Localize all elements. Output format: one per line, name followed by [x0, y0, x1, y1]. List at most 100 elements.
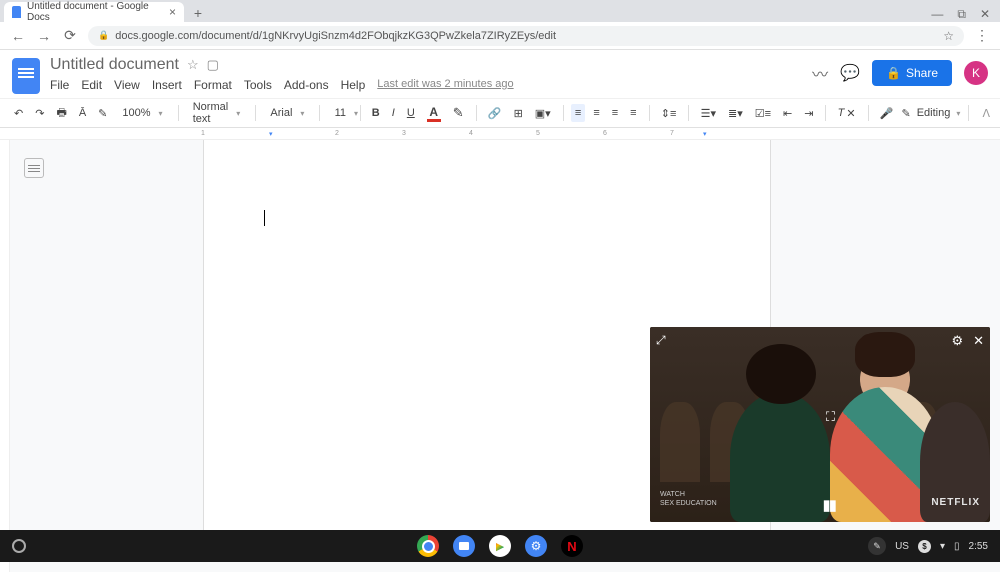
pip-back-to-tab-icon[interactable]: ⤢ — [656, 333, 666, 348]
clear-formatting-button[interactable]: T✕ — [834, 104, 860, 123]
decrease-indent-button[interactable]: ⇤ — [779, 104, 796, 123]
menu-file[interactable]: File — [50, 78, 69, 92]
share-label: Share — [906, 66, 938, 80]
menu-insert[interactable]: Insert — [152, 78, 182, 92]
menu-help[interactable]: Help — [341, 78, 366, 92]
italic-button[interactable]: I — [388, 104, 399, 122]
status-tray[interactable]: ✎ US $ ▾ ▯ 2:55 — [868, 537, 988, 555]
insert-image-button[interactable]: ▣▾ — [531, 104, 555, 123]
chromeos-shelf: ⚙ N ✎ US $ ▾ ▯ 2:55 — [0, 530, 1000, 562]
align-center-button[interactable]: ≡ — [589, 104, 603, 122]
browser-tab-strip: Untitled document - Google Docs × + — ⧉ … — [0, 0, 1000, 22]
style-select[interactable]: Normal text — [186, 98, 247, 128]
browser-menu-icon[interactable]: ⋮ — [974, 27, 990, 44]
menu-view[interactable]: View — [114, 78, 140, 92]
pip-window[interactable]: ⤢ ⚙ ✕ ⛶ ▮▮ WATCH SEX EDUCATION NETFLIX — [650, 327, 990, 522]
ime-indicator[interactable]: US — [895, 541, 909, 552]
print-button[interactable]: 🖶 — [52, 101, 70, 126]
close-tab-icon[interactable]: × — [169, 5, 176, 19]
share-button[interactable]: 🔒 Share — [872, 60, 952, 86]
docs-favicon — [12, 6, 21, 18]
font-select[interactable]: Arial — [263, 104, 311, 122]
minimize-icon[interactable]: — — [931, 7, 943, 22]
align-left-button[interactable]: ≡ — [571, 104, 585, 122]
move-folder-icon[interactable]: ▢ — [207, 57, 219, 73]
indent-marker[interactable]: ▾ — [269, 130, 273, 138]
window-controls: — ⧉ ✕ — [931, 7, 1000, 22]
menu-tools[interactable]: Tools — [244, 78, 272, 92]
browser-tab[interactable]: Untitled document - Google Docs × — [4, 2, 184, 22]
pip-title: WATCH SEX EDUCATION — [660, 491, 717, 508]
user-avatar[interactable]: K — [964, 61, 988, 85]
lock-share-icon: 🔒 — [886, 66, 901, 80]
bookmark-star-icon[interactable]: ☆ — [943, 29, 954, 43]
address-bar: ← → ⟳ 🔒 docs.google.com/document/d/1gNKr… — [0, 22, 1000, 50]
pip-close-icon[interactable]: ✕ — [973, 333, 984, 349]
align-justify-button[interactable]: ≡ — [626, 104, 640, 122]
document-title[interactable]: Untitled document — [50, 56, 179, 74]
back-button[interactable]: ← — [10, 28, 26, 44]
increase-indent-button[interactable]: ⇥ — [800, 104, 817, 123]
align-right-button[interactable]: ≡ — [608, 104, 622, 122]
collapse-toolbar-button[interactable]: ᐱ — [983, 107, 991, 120]
wifi-icon: ▾ — [940, 541, 945, 552]
horizontal-ruler[interactable]: 1 ▾ 2 3 4 5 6 7 ▾ — [0, 128, 1000, 140]
checklist-button[interactable]: ☑≡ — [751, 104, 775, 123]
insert-link-button[interactable]: 🔗 — [484, 104, 506, 123]
menu-bar: File Edit View Insert Format Tools Add-o… — [50, 78, 802, 92]
activity-icon[interactable]: 〰 — [812, 61, 828, 85]
zoom-select[interactable]: 100% — [115, 104, 169, 122]
pencil-icon: ✎ — [901, 107, 910, 120]
forward-button[interactable]: → — [36, 28, 52, 44]
close-window-icon[interactable]: ✕ — [980, 7, 990, 22]
pip-fullscreen-icon[interactable]: ⛶ — [826, 409, 835, 425]
numbered-list-button[interactable]: ☰▾ — [697, 104, 720, 123]
lock-icon: 🔒 — [98, 30, 109, 41]
battery-icon: ▯ — [954, 541, 960, 552]
paint-format-button[interactable]: ✎ — [94, 104, 111, 123]
stylus-icon[interactable]: ✎ — [868, 537, 886, 555]
comments-icon[interactable]: 💬 — [840, 63, 860, 83]
last-edit-link[interactable]: Last edit was 2 minutes ago — [377, 78, 513, 92]
menu-format[interactable]: Format — [194, 78, 232, 92]
spellcheck-button[interactable]: Ā — [75, 104, 90, 122]
vertical-ruler[interactable] — [0, 140, 10, 572]
netflix-app-icon[interactable]: N — [561, 535, 583, 557]
maximize-icon[interactable]: ⧉ — [957, 7, 966, 22]
settings-app-icon[interactable]: ⚙ — [525, 535, 547, 557]
voice-typing-button[interactable]: 🎤 — [876, 104, 898, 123]
bold-button[interactable]: B — [368, 104, 384, 122]
rewards-icon[interactable]: $ — [918, 540, 931, 553]
right-indent-marker[interactable]: ▾ — [703, 130, 707, 138]
insert-comment-button[interactable]: ⊞ — [510, 104, 527, 123]
editing-mode-button[interactable]: ✎ Editing — [901, 107, 960, 120]
redo-button[interactable]: ↷ — [31, 104, 48, 123]
chrome-app-icon[interactable] — [417, 535, 439, 557]
docs-header: Untitled document ☆ ▢ File Edit View Ins… — [0, 50, 1000, 94]
text-color-button[interactable]: A — [423, 102, 445, 125]
undo-button[interactable]: ↶ — [10, 104, 27, 123]
star-icon[interactable]: ☆ — [187, 57, 199, 73]
pip-pause-icon[interactable]: ▮▮ — [822, 496, 835, 514]
clock[interactable]: 2:55 — [969, 541, 988, 552]
underline-button[interactable]: U — [403, 104, 419, 122]
url-input[interactable]: 🔒 docs.google.com/document/d/1gNKrvyUgiS… — [88, 26, 964, 46]
new-tab-button[interactable]: + — [188, 4, 208, 22]
font-size-select[interactable]: 11 — [328, 104, 352, 122]
bulleted-list-button[interactable]: ≣▾ — [724, 104, 747, 123]
highlight-button[interactable]: ✎ — [449, 102, 468, 124]
tab-title: Untitled document - Google Docs — [27, 1, 159, 23]
files-app-icon[interactable] — [453, 535, 475, 557]
launcher-button[interactable] — [12, 539, 26, 553]
menu-edit[interactable]: Edit — [81, 78, 102, 92]
play-store-icon[interactable] — [489, 535, 511, 557]
url-text: docs.google.com/document/d/1gNKrvyUgiSnz… — [115, 30, 556, 42]
pip-settings-icon[interactable]: ⚙ — [951, 333, 963, 349]
line-spacing-button[interactable]: ⇕≡ — [657, 104, 681, 123]
reload-button[interactable]: ⟳ — [62, 27, 78, 44]
docs-logo-icon[interactable] — [12, 58, 40, 94]
menu-addons[interactable]: Add-ons — [284, 78, 329, 92]
text-cursor — [264, 210, 265, 226]
netflix-brand: NETFLIX — [931, 497, 980, 508]
outline-toggle-button[interactable] — [24, 158, 44, 178]
